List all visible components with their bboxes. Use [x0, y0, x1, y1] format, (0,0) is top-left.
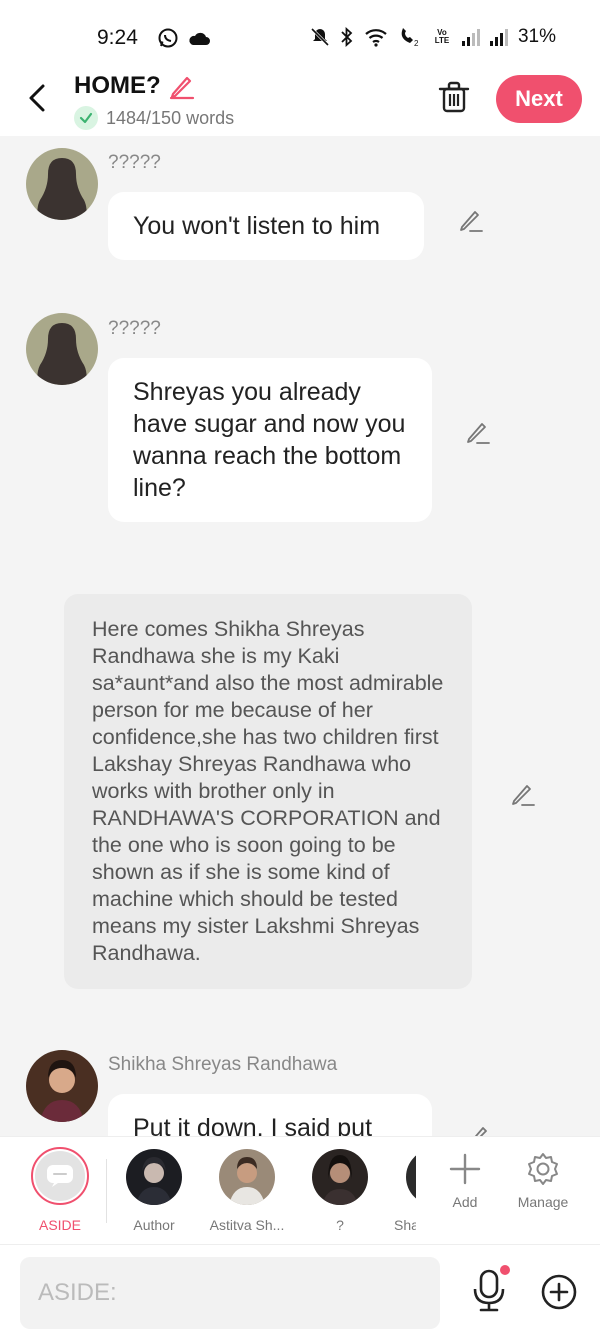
- add-character-button[interactable]: Add: [436, 1151, 494, 1210]
- message-sender: ?????: [108, 152, 161, 173]
- signal-sim1-icon: [461, 28, 480, 46]
- notification-dot: [500, 1265, 510, 1275]
- avatar-silhouette[interactable]: [26, 313, 98, 385]
- volte-badge: Vo LTE: [434, 28, 450, 45]
- story-title: HOME?: [74, 72, 161, 99]
- mute-icon: [310, 27, 330, 47]
- divider: [106, 1159, 107, 1223]
- character-label: ASIDE: [38, 1217, 81, 1233]
- editor-header: HOME? 1484/150 words Next: [0, 64, 600, 136]
- character-unknown[interactable]: ?: [306, 1149, 374, 1233]
- character-label: Author: [133, 1217, 175, 1233]
- word-count: 1484/150 words: [74, 106, 234, 130]
- message-sender: Shikha Shreyas Randhawa: [108, 1054, 338, 1075]
- avatar-sha: [406, 1149, 416, 1205]
- add-label: Add: [452, 1194, 478, 1210]
- next-button[interactable]: Next: [496, 75, 582, 123]
- message-bubble[interactable]: You won't listen to him: [108, 192, 424, 260]
- avatar-author: [126, 1149, 182, 1205]
- character-bar: ASIDE Author Astitva Sh... ? Sha Add Man…: [0, 1136, 600, 1244]
- character-sha[interactable]: Sha: [392, 1149, 416, 1233]
- input-bar: [0, 1244, 600, 1340]
- status-time: 9:24: [97, 26, 138, 49]
- character-astitva[interactable]: Astitva Sh...: [204, 1149, 290, 1233]
- voice-input-button[interactable]: [470, 1265, 510, 1315]
- character-label: Sha: [394, 1217, 416, 1233]
- aside-bubble[interactable]: Here comes Shikha Shreyas Randhawa she i…: [64, 594, 472, 989]
- check-icon: [74, 106, 98, 130]
- whatsapp-icon: [158, 28, 178, 48]
- edit-message-icon[interactable]: [456, 206, 484, 234]
- wifi-calling-icon: 2: [401, 28, 419, 47]
- character-label: Astitva Sh...: [209, 1217, 285, 1233]
- trash-icon[interactable]: [438, 80, 470, 114]
- battery-level: 31%: [517, 26, 556, 47]
- svg-text:2: 2: [414, 39, 419, 47]
- character-aside[interactable]: ASIDE: [28, 1147, 92, 1233]
- back-arrow-icon[interactable]: [22, 78, 52, 118]
- character-label: ?: [336, 1217, 344, 1233]
- edit-message-icon[interactable]: [508, 780, 536, 808]
- edit-title-icon[interactable]: [167, 72, 195, 100]
- wifi-icon: [365, 29, 387, 47]
- avatar-shikha[interactable]: [26, 1050, 98, 1122]
- cloud-icon: [189, 32, 210, 45]
- gear-icon: [528, 1153, 558, 1185]
- message-bubble[interactable]: Shreyas you already have sugar and now y…: [108, 358, 432, 522]
- plus-icon: [449, 1153, 481, 1185]
- aside-input[interactable]: [20, 1257, 440, 1329]
- add-circle-icon[interactable]: [540, 1273, 578, 1311]
- signal-sim2-icon: [489, 28, 508, 46]
- chat-bubble-icon: [35, 1151, 85, 1201]
- word-count-text: 1484/150 words: [106, 107, 235, 128]
- manage-label: Manage: [517, 1194, 569, 1210]
- edit-message-icon[interactable]: [464, 1122, 492, 1136]
- message-sender: ?????: [108, 318, 161, 339]
- avatar-unknown: [312, 1149, 368, 1205]
- bluetooth-icon: [341, 27, 353, 47]
- manage-characters-button[interactable]: Manage: [510, 1151, 576, 1210]
- chat-area[interactable]: ????? You won't listen to him ????? Shre…: [0, 136, 600, 1136]
- character-author[interactable]: Author: [120, 1149, 188, 1233]
- avatar-astitva: [219, 1149, 275, 1205]
- edit-message-icon[interactable]: [463, 418, 491, 446]
- message-bubble[interactable]: Put it down. I said put: [108, 1094, 432, 1136]
- avatar-silhouette[interactable]: [26, 148, 98, 220]
